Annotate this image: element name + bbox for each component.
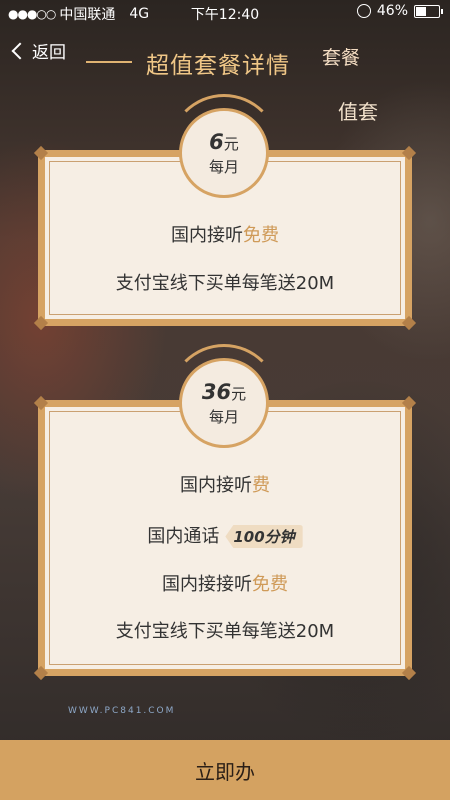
battery-percent: 46% [376, 3, 408, 19]
feature-alipay-data: 支付宝线下买单每笔送20M [115, 273, 335, 294]
price-value: 6元 [209, 129, 239, 154]
back-button[interactable]: 返回 [11, 38, 66, 63]
page-title: 超值套餐详情 [146, 53, 290, 79]
title-decor-line [86, 61, 132, 63]
price-badge-1: 6元 每月 [179, 108, 269, 198]
side-text: 值套 [338, 100, 378, 124]
status-right: 46% [356, 3, 443, 19]
price-badge-2: 36元 每月 [179, 358, 269, 448]
price-period: 每月 [208, 157, 239, 176]
feature-alipay-data: 支付宝线下买单每笔送20M [115, 621, 335, 642]
feature-call-minutes: 国内通话 100分钟 [45, 522, 405, 548]
minutes-tag: 100分钟 [225, 525, 303, 548]
feature-free-answer: 国内接接听免费 [162, 574, 288, 595]
title-extra: 套餐 [322, 47, 361, 69]
subscribe-button[interactable]: 立即办 [0, 740, 450, 800]
battery-icon [414, 4, 443, 18]
chevron-left-icon [11, 42, 29, 59]
feature-free-calls: 国内接听免费 [171, 225, 279, 246]
price-value: 36元 [201, 379, 247, 404]
feature-free-calls: 国内接听费 [180, 475, 270, 496]
price-period: 每月 [208, 407, 239, 426]
back-label: 返回 [32, 43, 66, 63]
watermark: WWW.PC841.COM [68, 706, 176, 716]
status-bar: ●●●○○ 中国联通 4G 下午12:40 46% [0, 0, 450, 24]
rotation-lock-icon [356, 4, 371, 18]
nav-bar: 返回 超值套餐详情 套餐 [0, 28, 450, 79]
